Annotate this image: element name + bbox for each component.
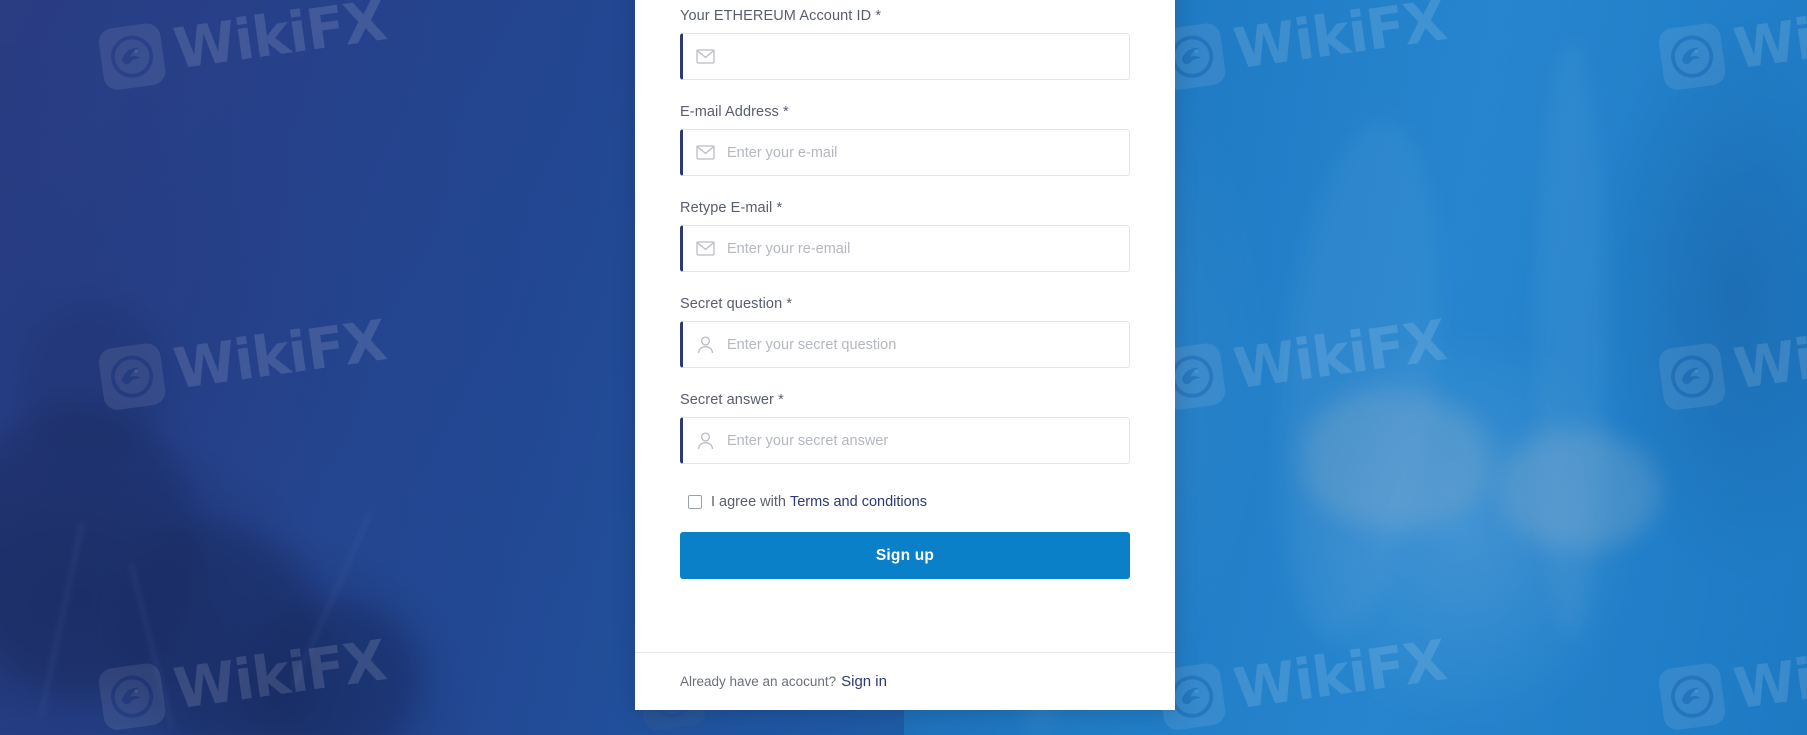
terms-agreement-text: I agree with xyxy=(711,494,786,510)
signup-card: Your ETHEREUM Account ID * E-mail Addres… xyxy=(635,0,1175,710)
field-email-address: E-mail Address * xyxy=(680,104,1130,176)
input-wrap-retype-email[interactable] xyxy=(680,225,1130,272)
terms-and-conditions-link[interactable]: Terms and conditions xyxy=(790,494,927,510)
sign-in-link[interactable]: Sign in xyxy=(841,673,887,690)
already-have-account-text: Already have an acocunt? xyxy=(680,674,837,689)
input-retype-email[interactable] xyxy=(727,226,1129,271)
terms-agreement-row: I agree with Terms and conditions xyxy=(688,494,1130,510)
input-wrap-secret-answer[interactable] xyxy=(680,417,1130,464)
label-secret-question: Secret question * xyxy=(680,296,793,312)
signup-form: Your ETHEREUM Account ID * E-mail Addres… xyxy=(635,0,1175,652)
user-icon xyxy=(683,431,727,450)
label-ethereum-account-id: Your ETHEREUM Account ID * xyxy=(680,8,882,24)
user-icon xyxy=(683,335,727,354)
card-footer: Already have an acocunt? Sign in xyxy=(635,652,1175,710)
input-wrap-email-address[interactable] xyxy=(680,129,1130,176)
field-secret-question: Secret question * xyxy=(680,296,1130,368)
envelope-icon xyxy=(683,241,727,256)
label-retype-email: Retype E-mail * xyxy=(680,200,783,216)
input-secret-answer[interactable] xyxy=(727,418,1129,463)
input-secret-question[interactable] xyxy=(727,322,1129,367)
envelope-icon xyxy=(683,49,727,64)
envelope-icon xyxy=(683,145,727,160)
input-ethereum-account-id[interactable] xyxy=(727,34,1129,79)
field-secret-answer: Secret answer * xyxy=(680,392,1130,464)
label-secret-answer: Secret answer * xyxy=(680,392,784,408)
signup-button[interactable]: Sign up xyxy=(680,532,1130,579)
input-wrap-ethereum-account-id[interactable] xyxy=(680,33,1130,80)
input-email-address[interactable] xyxy=(727,130,1129,175)
field-retype-email: Retype E-mail * xyxy=(680,200,1130,272)
label-email-address: E-mail Address * xyxy=(680,104,789,120)
terms-checkbox[interactable] xyxy=(688,495,702,509)
field-ethereum-account-id: Your ETHEREUM Account ID * xyxy=(680,8,1130,80)
input-wrap-secret-question[interactable] xyxy=(680,321,1130,368)
